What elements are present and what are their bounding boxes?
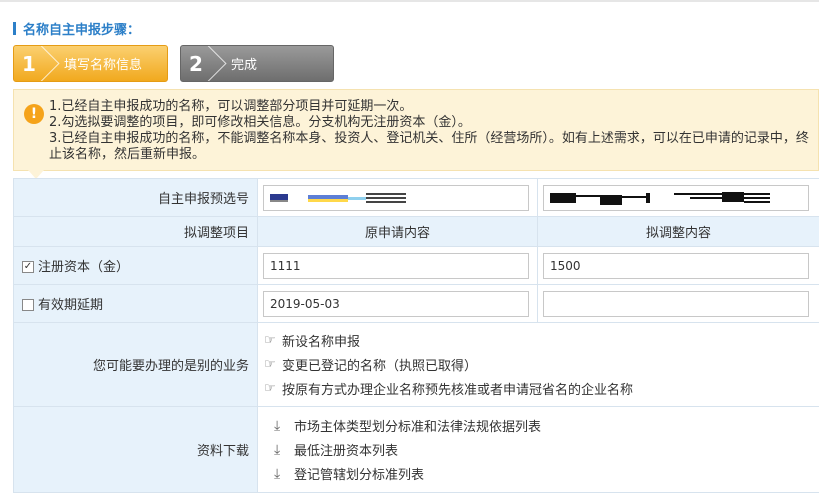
- capital-checkbox[interactable]: ✓: [22, 260, 34, 273]
- section-header: 名称自主申报步骤：: [13, 20, 141, 38]
- original-capital-input[interactable]: 1111: [263, 252, 529, 279]
- download-item[interactable]: ⤓ 最低注册资本列表: [258, 438, 819, 462]
- adjustment-form: 自主申报预选号 拟调整项目 原申请内容 拟调整内容 ✓ 注册资本（金） 1111…: [13, 178, 819, 493]
- extension-checkbox[interactable]: [22, 298, 34, 311]
- step-label: 完成: [231, 58, 258, 73]
- adjusted-validity-input[interactable]: [543, 290, 809, 317]
- step-2: 2 完成: [180, 45, 334, 82]
- downloads-label: 资料下载: [13, 406, 258, 493]
- pointer-hand-icon: ☞: [264, 381, 276, 396]
- adjusted-capital-cell: 1500: [537, 246, 819, 285]
- adjusted-capital-input[interactable]: 1500: [543, 252, 809, 279]
- download-text[interactable]: 登记管辖划分标准列表: [294, 464, 424, 483]
- link-text[interactable]: 变更已登记的名称（执照已取得）: [282, 355, 477, 374]
- row-label: 注册资本（金）: [38, 260, 130, 275]
- column-header-original: 原申请内容: [257, 216, 538, 247]
- column-header-item: 拟调整项目: [13, 216, 258, 247]
- preselect-label: 自主申报预选号: [13, 178, 258, 217]
- download-icon: ⤓: [274, 465, 281, 482]
- notice-line: 1.已经自主申报成功的名称，可以调整部分项目并可延期一次。: [49, 99, 413, 114]
- row-label-extension: 有效期延期: [13, 284, 258, 323]
- link-text[interactable]: 新设名称申报: [282, 331, 360, 350]
- link-change-name[interactable]: ☞ 变更已登记的名称（执照已取得）: [258, 353, 819, 377]
- row-label: 有效期延期: [38, 298, 104, 313]
- other-business-cell: ☞ 新设名称申报 ☞ 变更已登记的名称（执照已取得） ☞ 按原有方式办理企业名称…: [257, 322, 819, 407]
- other-business-label: 您可能要办理的是别的业务: [13, 322, 258, 407]
- preselect-field-redacted: [263, 184, 529, 211]
- download-icon: ⤓: [274, 441, 281, 458]
- download-text[interactable]: 市场主体类型划分标准和法律法规依据列表: [294, 416, 541, 435]
- notice-line: 2.勾选拟要调整的项目，即可修改相关信息。分支机构无注册资本（金）。: [49, 115, 471, 130]
- section-marker: [13, 21, 16, 35]
- link-text[interactable]: 按原有方式办理企业名称预先核准或者申请冠省名的企业名称: [282, 379, 633, 398]
- redacted-block: [270, 192, 406, 203]
- column-header-adjusted: 拟调整内容: [537, 216, 819, 247]
- section-title: 名称自主申报步骤：: [23, 22, 141, 38]
- notice-line: 3.已经自主申报成功的名称，不能调整名称本身、投资人、登记机关、住所（经营场所）…: [49, 131, 809, 162]
- step-1: 1 填写名称信息: [13, 45, 168, 82]
- download-item[interactable]: ⤓ 市场主体类型划分标准和法律法规依据列表: [258, 414, 819, 438]
- link-original-method[interactable]: ☞ 按原有方式办理企业名称预先核准或者申请冠省名的企业名称: [258, 377, 819, 401]
- preselect-cell: [537, 178, 819, 217]
- pointer-hand-icon: ☞: [264, 333, 276, 348]
- download-text[interactable]: 最低注册资本列表: [294, 440, 398, 459]
- downloads-cell: ⤓ 市场主体类型划分标准和法律法规依据列表 ⤓ 最低注册资本列表 ⤓ 登记管辖划…: [257, 406, 819, 493]
- adjusted-validity-cell: [537, 284, 819, 323]
- top-divider: [0, 0, 819, 2]
- warning-icon: !: [24, 104, 44, 124]
- row-label-capital: ✓ 注册资本（金）: [13, 246, 258, 285]
- notice-text: 1.已经自主申报成功的名称，可以调整部分项目并可延期一次。 2.勾选拟要调整的项…: [49, 99, 809, 163]
- redacted-block: [550, 191, 770, 205]
- chevron-right-icon: [211, 46, 225, 81]
- notice-box: ! 1.已经自主申报成功的名称，可以调整部分项目并可延期一次。 2.勾选拟要调整…: [13, 89, 819, 179]
- chevron-right-icon: [44, 46, 58, 81]
- original-validity-cell: 2019-05-03: [257, 284, 538, 323]
- link-new-name[interactable]: ☞ 新设名称申报: [258, 329, 819, 353]
- download-icon: ⤓: [274, 417, 281, 434]
- step-label: 填写名称信息: [64, 58, 143, 73]
- preselect-field-redacted: [543, 184, 809, 211]
- original-validity-input[interactable]: 2019-05-03: [263, 290, 529, 317]
- original-capital-cell: 1111: [257, 246, 538, 285]
- pointer-hand-icon: ☞: [264, 357, 276, 372]
- preselect-cell: [257, 178, 538, 217]
- download-item[interactable]: ⤓ 登记管辖划分标准列表: [258, 462, 819, 486]
